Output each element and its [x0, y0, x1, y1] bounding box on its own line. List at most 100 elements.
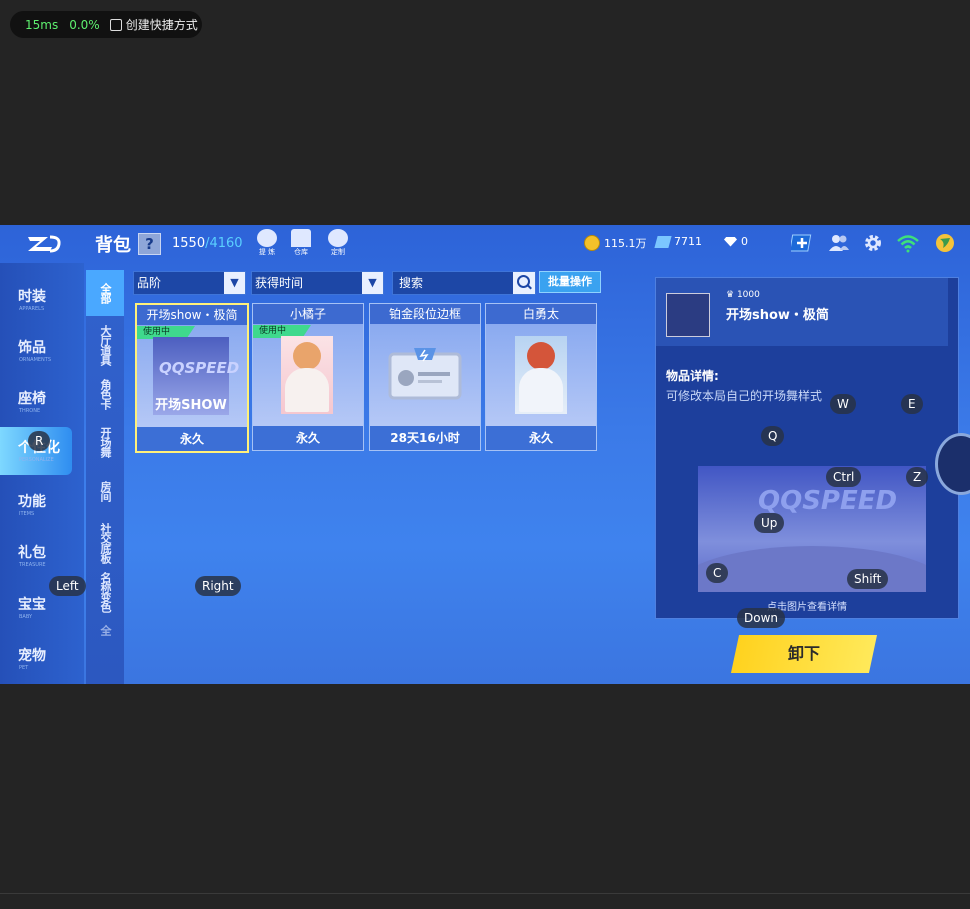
search-placeholder: 搜索: [399, 276, 424, 290]
key-hint-up: Up: [754, 513, 785, 533]
sidebar-item-ornaments[interactable]: 饰品 ORNAMENTS: [0, 327, 84, 375]
character-portrait: [281, 336, 333, 414]
sidebar-item-label: 宝宝: [18, 597, 46, 613]
key-hint-r: R: [28, 431, 51, 451]
character-body: [519, 368, 563, 412]
art-caption: 开场SHOW: [155, 398, 227, 413]
extract-label: 提 炼: [258, 248, 276, 256]
warehouse-button[interactable]: 仓库: [287, 229, 315, 259]
key-hint-left: Left: [49, 576, 86, 596]
extract-button[interactable]: 提 炼: [253, 229, 281, 259]
tab-role-card[interactable]: 角色卡: [86, 374, 124, 414]
item-card-name: 铂金段位边框: [370, 304, 480, 324]
detail-price-value: 1000: [736, 290, 760, 300]
custom-button[interactable]: 定制: [324, 229, 352, 259]
coin-icon: [584, 235, 600, 251]
sidebar-item-items[interactable]: 功能 ITEMS: [0, 481, 84, 529]
item-card-name: 开场show・极简: [137, 305, 247, 325]
add-currency-icon[interactable]: [791, 233, 813, 253]
tab-lobby-props[interactable]: 大厅道具: [86, 320, 124, 370]
help-button[interactable]: ?: [138, 233, 161, 255]
tab-name-color[interactable]: 名称变色: [86, 567, 124, 617]
time-filter-dropdown[interactable]: 获得时间 ▼: [251, 271, 384, 295]
item-card-duration: 永久: [253, 426, 363, 450]
ticket-amount: 7711: [674, 235, 702, 248]
item-card-xiaojuzi[interactable]: 小橘子 使用中 永久: [252, 303, 364, 451]
top-bar: 背包 ? 1550/4160 提 炼 仓库 定制 115.1万 7711 0: [0, 225, 970, 263]
detail-description: 可修改本局自己的开场舞样式: [666, 389, 823, 403]
key-hint-z: Z: [906, 467, 929, 487]
sidebar-item-label: 座椅: [18, 391, 46, 407]
item-card-baiyongtai[interactable]: 白勇太 永久: [485, 303, 597, 451]
warehouse-label: 仓库: [294, 248, 308, 256]
sidebar-item-apparels[interactable]: 时装 APPARELS: [0, 276, 84, 324]
item-card-opening-show[interactable]: 开场show・极简 使用中 QQSPEED 开场SHOW 永久: [135, 303, 249, 453]
latency-text: 15ms: [25, 17, 59, 32]
sidebar-item-sublabel: THRONE: [19, 408, 41, 414]
create-shortcut-link[interactable]: 创建快捷方式: [126, 16, 198, 33]
detail-preview-image[interactable]: QQSPEED: [698, 466, 926, 592]
detail-header: ♛ 1000 开场show・极简: [656, 278, 948, 346]
rank-filter-dropdown[interactable]: 品阶 ▼: [133, 271, 246, 295]
character-head: [527, 342, 555, 370]
detail-price: ♛ 1000: [726, 290, 760, 300]
batch-operation-button[interactable]: 批量操作: [539, 271, 601, 293]
sidebar-item-sublabel: TREASURE: [19, 562, 46, 568]
loss-text: 0.0%: [69, 17, 100, 32]
friends-icon[interactable]: [828, 233, 850, 253]
tab-opening-dance[interactable]: 开场舞: [86, 422, 124, 462]
diamond-icon: [724, 236, 737, 247]
sidebar-item-sublabel: ITEMS: [19, 511, 35, 517]
preview-logo-text: QQSPEED: [758, 486, 898, 516]
preview-caption[interactable]: 点击图片查看详情: [656, 598, 958, 613]
key-hint-ctrl: Ctrl: [826, 467, 862, 487]
key-hint-w: W: [830, 394, 856, 414]
subcategory-tabs: 全部 大厅道具 角色卡 开场舞 房间 社交底板 名称变色 全: [86, 270, 124, 684]
key-hint-q: Q: [761, 426, 785, 446]
item-card-duration: 永久: [486, 426, 596, 450]
custom-icon: [328, 229, 348, 247]
sidebar-item-sublabel: BABY: [19, 614, 33, 620]
tab-all[interactable]: 全部: [86, 270, 124, 316]
capacity-total: /4160: [205, 236, 243, 251]
detail-thumbnail: [666, 293, 710, 337]
coin-balance: 115.1万: [584, 235, 647, 251]
sidebar-item-label: 时装: [18, 289, 46, 305]
detail-section-label: 物品详情:: [666, 369, 719, 383]
key-hint-e: E: [901, 394, 923, 414]
settings-gear-icon[interactable]: [862, 233, 884, 253]
ticket-icon: [654, 235, 672, 248]
chevron-down-icon: ▼: [362, 272, 383, 294]
time-filter-label: 获得时间: [255, 276, 304, 290]
custom-label: 定制: [331, 248, 345, 256]
game-screen: 背包 ? 1550/4160 提 炼 仓库 定制 115.1万 7711 0 时…: [0, 225, 970, 684]
sidebar-item-pet[interactable]: 宠物 PET: [0, 635, 84, 683]
item-card-platinum-frame[interactable]: 铂金段位边框 28天16小时: [369, 303, 481, 451]
item-card-duration: 永久: [137, 427, 247, 451]
search-icon[interactable]: [513, 272, 535, 294]
unequip-button[interactable]: 卸下: [730, 635, 878, 673]
item-card-name: 小橘子: [253, 304, 363, 324]
item-detail-panel: ♛ 1000 开场show・极简 物品详情: 可修改本局自己的开场舞样式 QQS…: [655, 277, 959, 619]
preview-stage: [698, 546, 926, 592]
sidebar-item-label: 礼包: [18, 545, 46, 561]
sidebar-item-label: 饰品: [18, 340, 46, 356]
crown-icon: ♛: [726, 290, 737, 300]
category-sidebar: 时装 APPARELS 饰品 ORNAMENTS 座椅 THRONE 个性化 P…: [0, 263, 84, 684]
key-hint-c: C: [706, 563, 729, 583]
game-logo: [28, 235, 61, 253]
rank-filter-label: 品阶: [137, 276, 162, 290]
key-hint-right: Right: [195, 576, 241, 596]
map-globe-icon[interactable]: [934, 233, 956, 253]
capacity-counter: 1550/4160: [172, 236, 243, 251]
sidebar-item-throne[interactable]: 座椅 THRONE: [0, 378, 84, 426]
sidebar-item-treasure[interactable]: 礼包 TREASURE: [0, 532, 84, 580]
tab-social-board[interactable]: 社交底板: [86, 518, 124, 568]
extract-icon: [257, 229, 277, 247]
tab-more[interactable]: 全: [86, 620, 124, 640]
search-input[interactable]: 搜索: [392, 271, 536, 295]
character-body: [285, 368, 329, 412]
tab-room[interactable]: 房间: [86, 476, 124, 506]
shortcut-icon[interactable]: [109, 18, 122, 31]
item-card-name: 白勇太: [486, 304, 596, 324]
